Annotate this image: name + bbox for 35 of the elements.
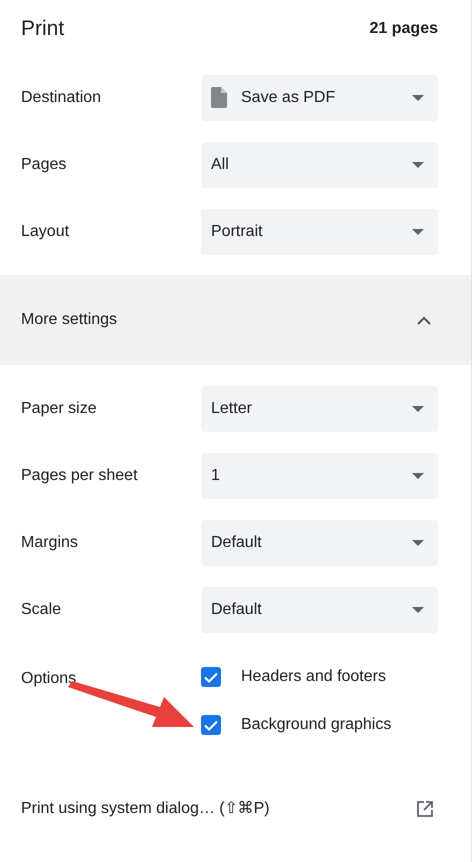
select-field[interactable]: All [201, 142, 438, 188]
page-count: 21 pages [370, 19, 438, 39]
dropdown-icon [412, 94, 424, 100]
collapse-icon [417, 316, 431, 324]
setting-label: Destination [21, 88, 102, 108]
setting-label: Options [21, 669, 76, 689]
dropdown-icon [412, 162, 424, 168]
system-dialog-link[interactable]: Print using system dialog… (⇧⌘P) [0, 781, 471, 837]
checkbox-label: Background graphics [241, 715, 392, 735]
dropdown-icon [412, 606, 424, 612]
file-icon [211, 87, 227, 108]
setting-label: Pages [21, 154, 68, 174]
setting-label: Margins [21, 532, 79, 552]
more-settings-toggle[interactable]: More settings [0, 275, 471, 365]
select-field[interactable]: Save as PDF [201, 74, 438, 120]
select-field[interactable]: Default [201, 586, 438, 632]
dropdown-icon [412, 406, 424, 412]
checkbox-label: Headers and footers [241, 667, 386, 687]
checkbox[interactable] [201, 715, 221, 735]
select-field[interactable]: 1 [201, 452, 438, 498]
setting-label: Layout [21, 222, 70, 242]
setting-label: Scale [21, 600, 62, 620]
select-field[interactable]: Portrait [201, 208, 438, 254]
dropdown-icon [412, 472, 424, 478]
dropdown-icon [412, 540, 424, 546]
checkmark-icon [204, 672, 218, 682]
dialog-title: Print [21, 16, 64, 42]
checkmark-icon [204, 720, 218, 730]
select-field[interactable]: Letter [201, 386, 438, 432]
select-field[interactable]: Default [201, 520, 438, 566]
external-link-icon [417, 801, 433, 817]
checkbox[interactable] [201, 667, 221, 687]
dropdown-icon [412, 228, 424, 234]
setting-label: Paper size [21, 398, 98, 418]
setting-label: Pages per sheet [21, 466, 139, 486]
